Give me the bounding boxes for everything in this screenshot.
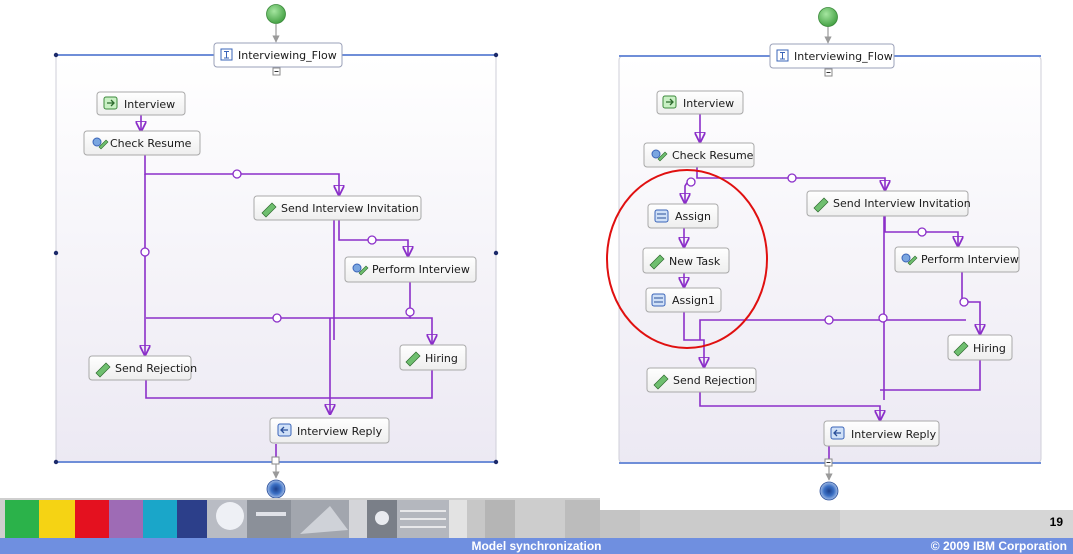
left-label-send-invitation: Send Interview Invitation xyxy=(281,202,419,215)
right-diagram: Interviewing_Flow Interview Check Resume… xyxy=(606,7,1042,501)
right-label-interview-reply: Interview Reply xyxy=(851,428,937,441)
right-node-interview-reply[interactable]: Interview Reply xyxy=(823,420,940,447)
right-node-new-task[interactable]: New Task xyxy=(642,247,730,274)
human-task-icon xyxy=(651,149,661,159)
left-node-interview[interactable]: Interview xyxy=(96,91,186,116)
right-node-send-invitation[interactable]: Send Interview Invitation xyxy=(806,190,971,217)
left-node-interview-reply[interactable]: Interview Reply xyxy=(269,417,390,444)
right-label-send-rejection: Send Rejection xyxy=(673,374,755,387)
left-end-node[interactable] xyxy=(266,479,286,499)
assign-icon xyxy=(651,293,666,307)
left-node-perform-interview[interactable]: Perform Interview xyxy=(344,256,477,283)
right-node-assign1[interactable]: Assign1 xyxy=(645,287,722,313)
right-node-perform-interview[interactable]: Perform Interview xyxy=(894,246,1020,273)
left-flow-title: Interviewing_Flow xyxy=(238,49,337,62)
right-flow-title: Interviewing_Flow xyxy=(794,50,893,63)
left-node-hiring[interactable]: Hiring xyxy=(399,344,467,371)
right-node-interview[interactable]: Interview xyxy=(656,90,744,115)
right-label-send-invitation: Send Interview Invitation xyxy=(833,197,971,210)
right-flow-title-box[interactable]: Interviewing_Flow xyxy=(769,43,895,69)
left-label-check-resume: Check Resume xyxy=(110,137,192,150)
right-end-node[interactable] xyxy=(819,481,839,501)
page-number: 19 xyxy=(1049,515,1063,529)
human-task-icon xyxy=(352,263,362,273)
right-node-hiring[interactable]: Hiring xyxy=(947,334,1013,361)
left-bottom-handle[interactable] xyxy=(271,456,280,465)
left-label-hiring: Hiring xyxy=(425,352,458,365)
right-node-assign[interactable]: Assign xyxy=(647,203,719,229)
left-label-send-rejection: Send Rejection xyxy=(115,362,197,375)
left-node-check-resume[interactable]: Check Resume xyxy=(83,130,201,156)
right-label-assign: Assign xyxy=(675,210,711,223)
right-node-check-resume[interactable]: Check Resume xyxy=(643,142,755,168)
human-task-icon xyxy=(901,253,911,263)
footer-copyright: © 2009 IBM Corporation xyxy=(930,539,1067,553)
assign-icon xyxy=(654,209,669,223)
slide-canvas: Interviewing_Flow Interview Check Resume… xyxy=(0,4,1073,554)
left-node-send-invitation[interactable]: Send Interview Invitation xyxy=(253,195,422,221)
human-task-icon xyxy=(92,137,102,147)
left-label-perform-interview: Perform Interview xyxy=(372,263,470,276)
left-diagram: Interviewing_Flow Interview Check Resume… xyxy=(53,4,499,499)
right-label-perform-interview: Perform Interview xyxy=(921,253,1019,266)
footer-title: Model synchronization xyxy=(471,539,602,553)
right-label-new-task: New Task xyxy=(669,255,721,268)
left-label-interview: Interview xyxy=(124,98,175,111)
right-label-interview: Interview xyxy=(683,97,734,110)
right-label-hiring: Hiring xyxy=(973,342,1006,355)
left-node-send-rejection[interactable]: Send Rejection xyxy=(88,355,197,381)
left-label-interview-reply: Interview Reply xyxy=(297,425,383,438)
left-flow-title-box[interactable]: Interviewing_Flow xyxy=(213,42,343,68)
right-label-assign1: Assign1 xyxy=(672,294,715,307)
right-node-send-rejection[interactable]: Send Rejection xyxy=(646,367,757,393)
right-start-node[interactable] xyxy=(818,7,838,27)
left-start-node[interactable] xyxy=(266,4,286,24)
right-label-check-resume: Check Resume xyxy=(672,149,754,162)
